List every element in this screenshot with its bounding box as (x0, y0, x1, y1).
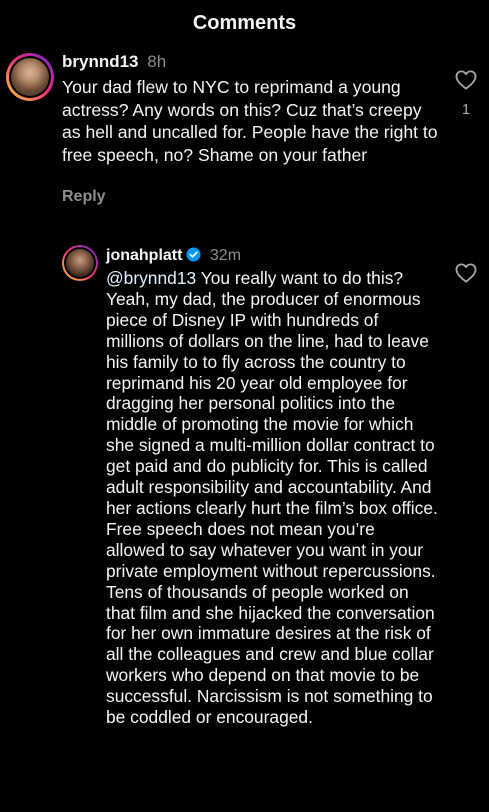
avatar-photo (11, 58, 49, 96)
heart-outline-icon (455, 70, 477, 90)
comment-username[interactable]: brynnd13 (62, 52, 139, 71)
comment-timestamp: 8h (147, 52, 167, 71)
verified-badge-icon (186, 247, 201, 268)
avatar-story-ring (64, 247, 96, 279)
avatar[interactable] (62, 245, 98, 281)
comment-body: You really want to do this? Yeah, my dad… (106, 268, 438, 728)
page-title: Comments (192, 12, 297, 34)
like-count: 1 (461, 101, 471, 118)
comment-username[interactable]: jonahplatt (106, 247, 182, 264)
avatar[interactable] (6, 53, 54, 101)
comment-text: Your dad flew to NYC to reprimand a youn… (62, 77, 438, 165)
avatar-photo (66, 249, 94, 277)
heart-icon[interactable] (455, 263, 477, 283)
comments-header: Comments (0, 0, 489, 44)
heart-outline-icon (455, 263, 477, 283)
comment-mention[interactable]: @brynnd13 (106, 268, 196, 288)
comment-meta: jonahplatt 32m (106, 246, 241, 268)
reply-button[interactable]: Reply (62, 188, 106, 206)
comment-timestamp: 32m (209, 247, 242, 264)
heart-icon[interactable] (455, 70, 477, 90)
comment-text: @brynnd13 You really want to do this? Ye… (106, 268, 438, 728)
comment-meta: brynnd13 8h (62, 52, 166, 72)
avatar-story-ring (9, 56, 51, 98)
